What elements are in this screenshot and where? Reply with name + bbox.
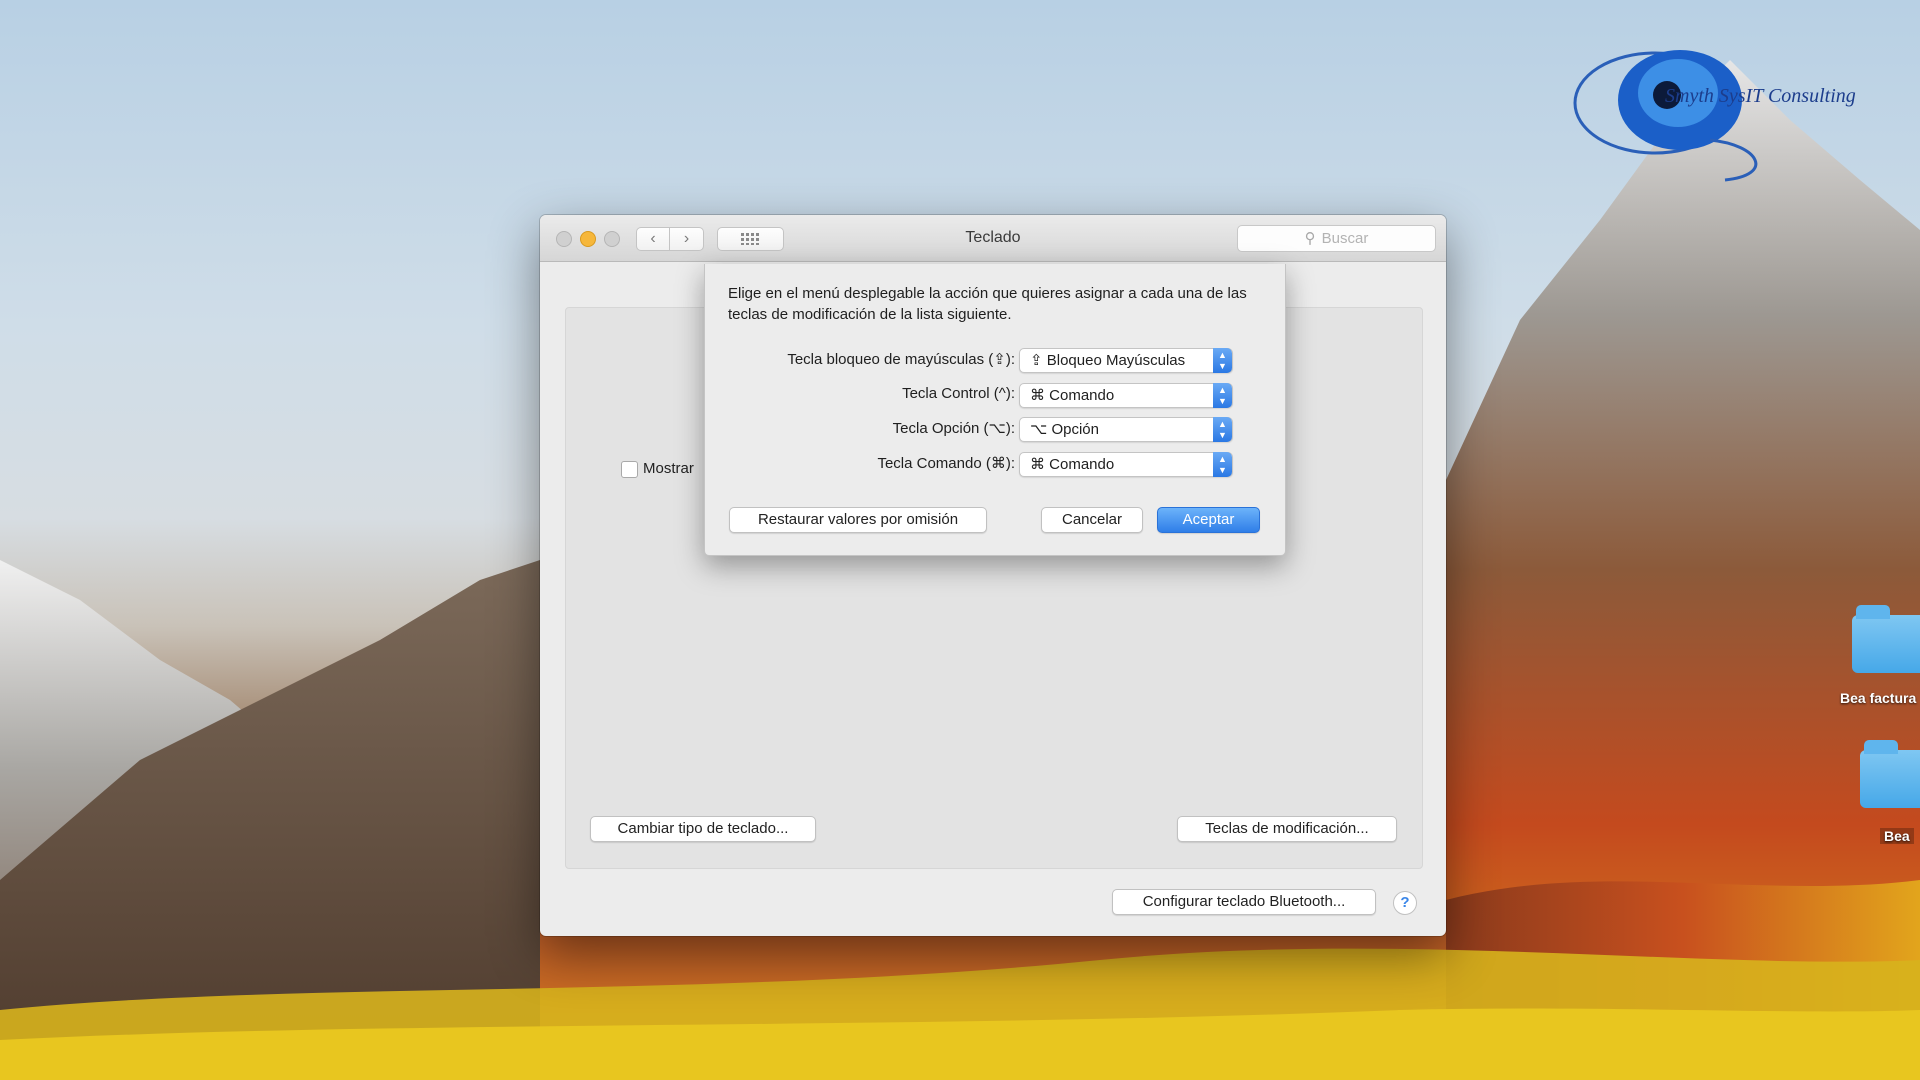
option-key-label: Tecla Opción (⌥): [892,420,1015,437]
command-key-popup[interactable]: ⌘ Comando ▲ ▼ [1019,452,1233,477]
change-keyboard-type-button[interactable]: Cambiar tipo de teclado... [590,816,816,842]
popup-value: ⌘ Comando [1030,456,1115,473]
chevron-updown-icon: ▲ ▼ [1213,452,1232,477]
caps-lock-popup[interactable]: ⇪ Bloqueo Mayúsculas ▲ ▼ [1019,348,1233,373]
chevron-updown-icon: ▲ ▼ [1213,383,1232,408]
command-key-label: Tecla Comando (⌘): [877,455,1015,472]
folder-icon [1852,605,1920,673]
restore-defaults-button[interactable]: Restaurar valores por omisión [729,507,987,533]
search-placeholder: Buscar [1321,230,1369,247]
folder-label: Bea [1880,828,1914,844]
folder-label: Bea factura [1840,690,1917,706]
accept-button[interactable]: Aceptar [1157,507,1260,533]
logo-eye-icon [1573,50,1758,182]
folder-icon [1860,740,1920,808]
desktop-folder[interactable]: Bea [1858,740,1920,850]
search-field[interactable]: ⚲ Buscar [1237,225,1436,252]
cancel-button[interactable]: Cancelar [1041,507,1143,533]
search-icon: ⚲ [1304,230,1316,247]
popup-value: ⌘ Comando [1030,387,1115,404]
desktop-folder[interactable]: Bea factura [1830,605,1920,715]
sheet-message: Elige en el menú desplegable la acción q… [728,285,1247,323]
modifier-keys-sheet: Elige en el menú desplegable la acción q… [704,264,1286,556]
title-bar[interactable]: ‹ › Teclado ⚲ Buscar [540,215,1446,262]
modifier-keys-button[interactable]: Teclas de modificación... [1177,816,1397,842]
help-button[interactable]: ? [1393,891,1417,915]
control-key-label: Tecla Control (^): [902,385,1015,402]
popup-value: ⇪ Bloqueo Mayúsculas [1030,352,1186,369]
chevron-updown-icon: ▲ ▼ [1213,348,1232,373]
company-logo: Smyth SysIT Consulting [1560,45,1900,185]
show-checkbox-label: Mostrar [643,460,694,477]
show-checkbox[interactable] [621,461,638,478]
logo-text: Smyth SysIT Consulting [1665,85,1856,107]
option-key-popup[interactable]: ⌥ Opción ▲ ▼ [1019,417,1233,442]
bluetooth-keyboard-button[interactable]: Configurar teclado Bluetooth... [1112,889,1376,915]
control-key-popup[interactable]: ⌘ Comando ▲ ▼ [1019,383,1233,408]
caps-lock-label: Tecla bloqueo de mayúsculas (⇪): [787,351,1015,368]
chevron-updown-icon: ▲ ▼ [1213,417,1232,442]
desktop: Smyth SysIT Consulting Bea factura Bea ‹… [0,0,1920,1080]
popup-value: ⌥ Opción [1030,421,1099,438]
